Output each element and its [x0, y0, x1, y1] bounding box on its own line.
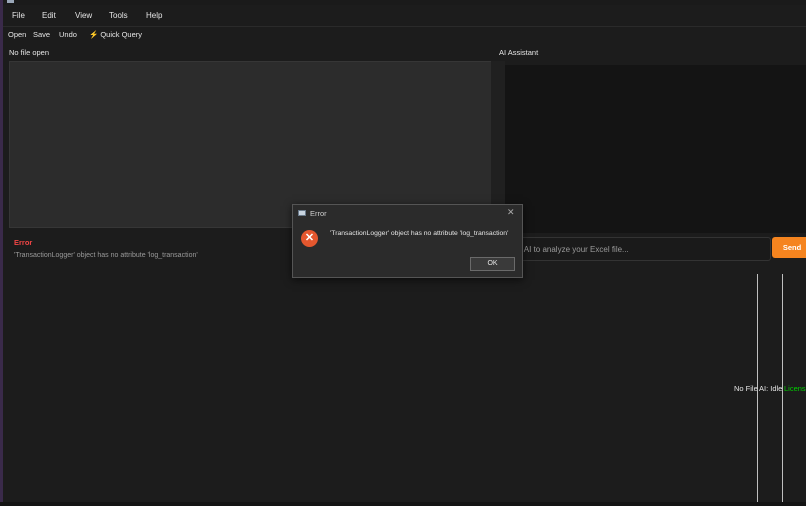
error-dialog: Error ✕ ✕ 'TransactionLogger' object has…	[292, 204, 523, 278]
menu-view[interactable]: View	[75, 11, 92, 20]
quick-query-label: Quick Query	[100, 30, 143, 39]
ai-query-input[interactable]	[512, 238, 770, 260]
lightning-icon: ⚡	[89, 30, 99, 39]
error-icon: ✕	[301, 230, 318, 247]
app-icon	[7, 0, 14, 3]
error-message: 'TransactionLogger' object has no attrib…	[14, 252, 198, 259]
menu-help[interactable]: Help	[146, 11, 162, 20]
status-ai: AI: Idle	[759, 384, 783, 393]
ai-assistant-label: AI Assistant	[499, 48, 539, 57]
file-preview-area	[9, 61, 492, 228]
taskbar-edge	[0, 502, 806, 506]
menu-edit[interactable]: Edit	[42, 11, 56, 20]
dialog-title: Error	[310, 209, 327, 218]
chat-history-area	[505, 65, 806, 233]
toolbar: Open Save Undo ⚡ Quick Query	[3, 27, 806, 43]
save-button[interactable]: Save	[33, 30, 50, 39]
quick-query-button[interactable]: ⚡ Quick Query	[89, 30, 142, 39]
close-icon[interactable]: ✕	[507, 207, 515, 218]
error-title: Error	[14, 238, 33, 247]
ok-button[interactable]: OK	[470, 257, 515, 271]
panel-divider[interactable]	[491, 61, 505, 226]
undo-button[interactable]: Undo	[59, 30, 77, 39]
dialog-window-icon	[298, 210, 306, 216]
file-status-label: No file open	[9, 48, 50, 57]
ai-query-input-wrapper	[511, 237, 771, 261]
title-bar	[3, 0, 806, 5]
open-button[interactable]: Open	[8, 30, 26, 39]
send-button[interactable]: Send	[772, 237, 806, 258]
menu-file[interactable]: File	[12, 11, 25, 20]
status-license: License	[784, 384, 806, 393]
status-file: No File	[734, 384, 758, 393]
dialog-message: 'TransactionLogger' object has no attrib…	[330, 230, 509, 237]
menu-tools[interactable]: Tools	[109, 11, 128, 20]
menu-bar: File Edit View Tools Help	[3, 6, 806, 27]
